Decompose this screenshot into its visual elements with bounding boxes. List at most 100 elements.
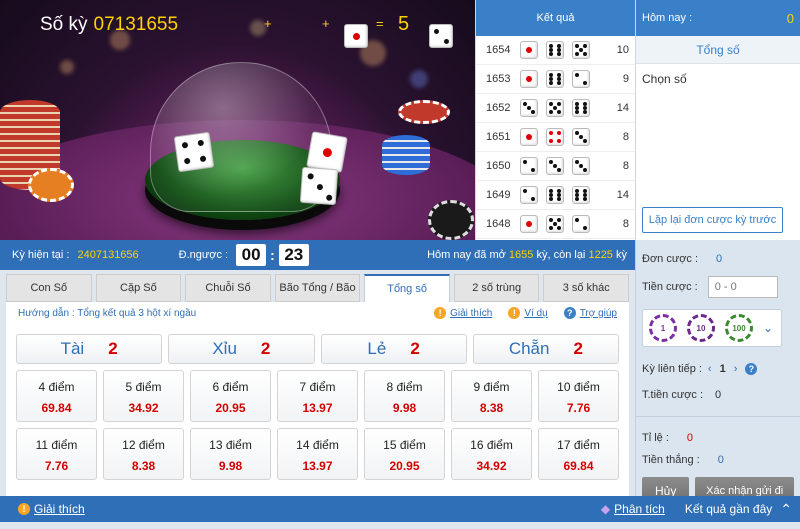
tong-so-button[interactable]: Tổng số xyxy=(636,36,800,64)
point-label: 8 điểm xyxy=(386,380,423,394)
amount-input[interactable] xyxy=(707,276,778,298)
win-label: Tiền thắng : xyxy=(642,454,700,466)
period-label: Số kỳ xyxy=(40,14,88,35)
rate-value: 0 xyxy=(686,432,694,444)
results-title: Kết quả xyxy=(476,0,635,36)
continuous-label: Kỳ liên tiếp : xyxy=(642,363,702,375)
point-cell[interactable]: 12 điểm 8.38 xyxy=(103,428,184,480)
point-label: 12 điểm xyxy=(122,438,165,452)
point-cell[interactable]: 5 điểm 34.92 xyxy=(103,370,184,422)
die-3-icon xyxy=(572,128,590,146)
tab-5[interactable]: 2 số trùng xyxy=(453,274,540,302)
point-cell[interactable]: 8 điểm 9.98 xyxy=(364,370,445,422)
help-link[interactable]: Trợ giúp xyxy=(580,308,617,319)
bet-ratio: 2 xyxy=(108,339,118,358)
point-ratio: 13.97 xyxy=(302,401,333,415)
point-ratio: 34.92 xyxy=(476,459,507,473)
result-period: 1650 xyxy=(486,160,511,172)
tab-2[interactable]: Chuỗi Số xyxy=(185,274,271,302)
current-period-label: Kỳ hiện tại : xyxy=(12,249,70,261)
point-cell[interactable]: 10 điểm 7.76 xyxy=(538,370,619,422)
result-period: 1648 xyxy=(486,218,511,230)
bet-cell[interactable]: Tài 2 xyxy=(16,334,163,364)
bet-cell[interactable]: Xỉu 2 xyxy=(168,334,315,364)
tab-0[interactable]: Con Số xyxy=(6,274,92,302)
result-row: 1650 8 xyxy=(476,152,635,181)
remaining-count: 1225 xyxy=(588,249,613,261)
rate-label: Tỉ lệ : xyxy=(642,432,669,444)
die-6-icon xyxy=(572,186,590,204)
chip-10[interactable]: 10 xyxy=(687,314,715,342)
period-number: 07131655 xyxy=(93,14,179,35)
opened-prefix: Hôm nay đã mở xyxy=(427,249,506,261)
continuous-value[interactable]: 1 xyxy=(720,363,726,375)
tab-6[interactable]: 3 số khác xyxy=(543,274,630,302)
today-title: Hôm nay : xyxy=(642,12,693,24)
repeat-last-bet-button[interactable]: Lặp lại đơn cược kỳ trước xyxy=(642,207,783,233)
tab-1[interactable]: Cặp Số xyxy=(95,274,182,302)
point-label: 7 điểm xyxy=(299,380,336,394)
increment-icon[interactable]: › xyxy=(734,363,738,375)
die-6-icon xyxy=(546,186,564,204)
point-cell[interactable]: 7 điểm 13.97 xyxy=(277,370,358,422)
point-cell[interactable]: 4 điểm 69.84 xyxy=(16,370,97,422)
point-label: 4 điểm xyxy=(38,380,75,394)
bet-cell[interactable]: Chẵn 2 xyxy=(472,334,619,364)
tab-4[interactable]: Tổng số xyxy=(364,274,450,302)
footer-explain-link[interactable]: Giải thích xyxy=(34,502,85,516)
countdown-label: Đ.ngược : xyxy=(178,249,229,261)
result-row: 1654 10 xyxy=(476,36,635,65)
info-icon: ! xyxy=(434,307,447,319)
guide-text: Hướng dẫn : Tổng kết quả 3 hột xí ngầu xyxy=(18,307,197,319)
period-title: Số kỳ 07131655 xyxy=(40,14,178,36)
point-cell[interactable]: 9 điểm 8.38 xyxy=(451,370,532,422)
point-label: 11 điểm xyxy=(35,438,78,452)
scene-die xyxy=(299,166,338,206)
analysis-link[interactable]: Phân tích xyxy=(614,502,665,516)
point-label: 15 điểm xyxy=(383,438,426,452)
point-ratio: 7.76 xyxy=(566,401,591,415)
result-row: 1648 8 xyxy=(476,210,635,239)
results-panel: Kết quả 1654 10 1653 9 1652 14 1651 8 1650 8 1649 1… xyxy=(475,0,635,240)
tab-3[interactable]: Bão Tổng / Bão xyxy=(274,274,361,302)
die-3-icon xyxy=(546,157,564,175)
point-ratio: 9.98 xyxy=(392,401,417,415)
point-label: 10 điểm xyxy=(557,380,600,394)
point-label: 13 điểm xyxy=(209,438,252,452)
bet-cell[interactable]: Lẻ 2 xyxy=(320,334,467,364)
chevron-down-icon[interactable]: ⌄ xyxy=(763,321,773,335)
die-5-icon xyxy=(572,41,590,59)
point-label: 5 điểm xyxy=(125,380,162,394)
result-die-1 xyxy=(344,24,369,48)
plus-sign: + xyxy=(322,16,330,31)
help-icon[interactable]: ? xyxy=(745,363,758,375)
example-link[interactable]: Ví dụ xyxy=(524,308,547,319)
point-cell[interactable]: 14 điểm 13.97 xyxy=(277,428,358,480)
order-label: Đơn cược : xyxy=(642,253,699,265)
bet-label: Tài xyxy=(60,339,85,358)
result-sum: 8 xyxy=(622,160,629,172)
point-cell[interactable]: 16 điểm 34.92 xyxy=(451,428,532,480)
scene-die xyxy=(173,131,215,173)
chip-100[interactable]: 100 xyxy=(725,314,753,342)
current-period-value: 2407131656 xyxy=(77,249,139,261)
guide-bar: Hướng dẫn : Tổng kết quả 3 hột xí ngầu !… xyxy=(6,302,629,324)
point-cell[interactable]: 17 điểm 69.84 xyxy=(538,428,619,480)
chevron-up-icon[interactable]: ⌃ xyxy=(780,501,792,518)
point-cell[interactable]: 6 điểm 20.95 xyxy=(190,370,271,422)
decrement-icon[interactable]: ‹ xyxy=(708,363,712,375)
explain-link[interactable]: Giải thích xyxy=(450,308,492,319)
result-sum: 8 xyxy=(622,131,629,143)
point-ratio: 69.84 xyxy=(41,401,72,415)
opened-suffix: kỳ xyxy=(616,249,627,261)
recent-results-toggle[interactable]: Kết quả gần đây xyxy=(685,502,772,516)
opened-mid: kỳ, còn lại xyxy=(536,249,586,261)
point-cell[interactable]: 11 điểm 7.76 xyxy=(16,428,97,480)
footer-bar: ! Giải thích ◆ Phân tích Kết quả gần đây… xyxy=(0,496,800,522)
point-ratio: 20.95 xyxy=(389,459,420,473)
point-cell[interactable]: 13 điểm 9.98 xyxy=(190,428,271,480)
point-ratio: 69.84 xyxy=(563,459,594,473)
chip-1[interactable]: 1 xyxy=(649,314,677,342)
point-cell[interactable]: 15 điểm 20.95 xyxy=(364,428,445,480)
bet-label: Xỉu xyxy=(212,339,237,358)
